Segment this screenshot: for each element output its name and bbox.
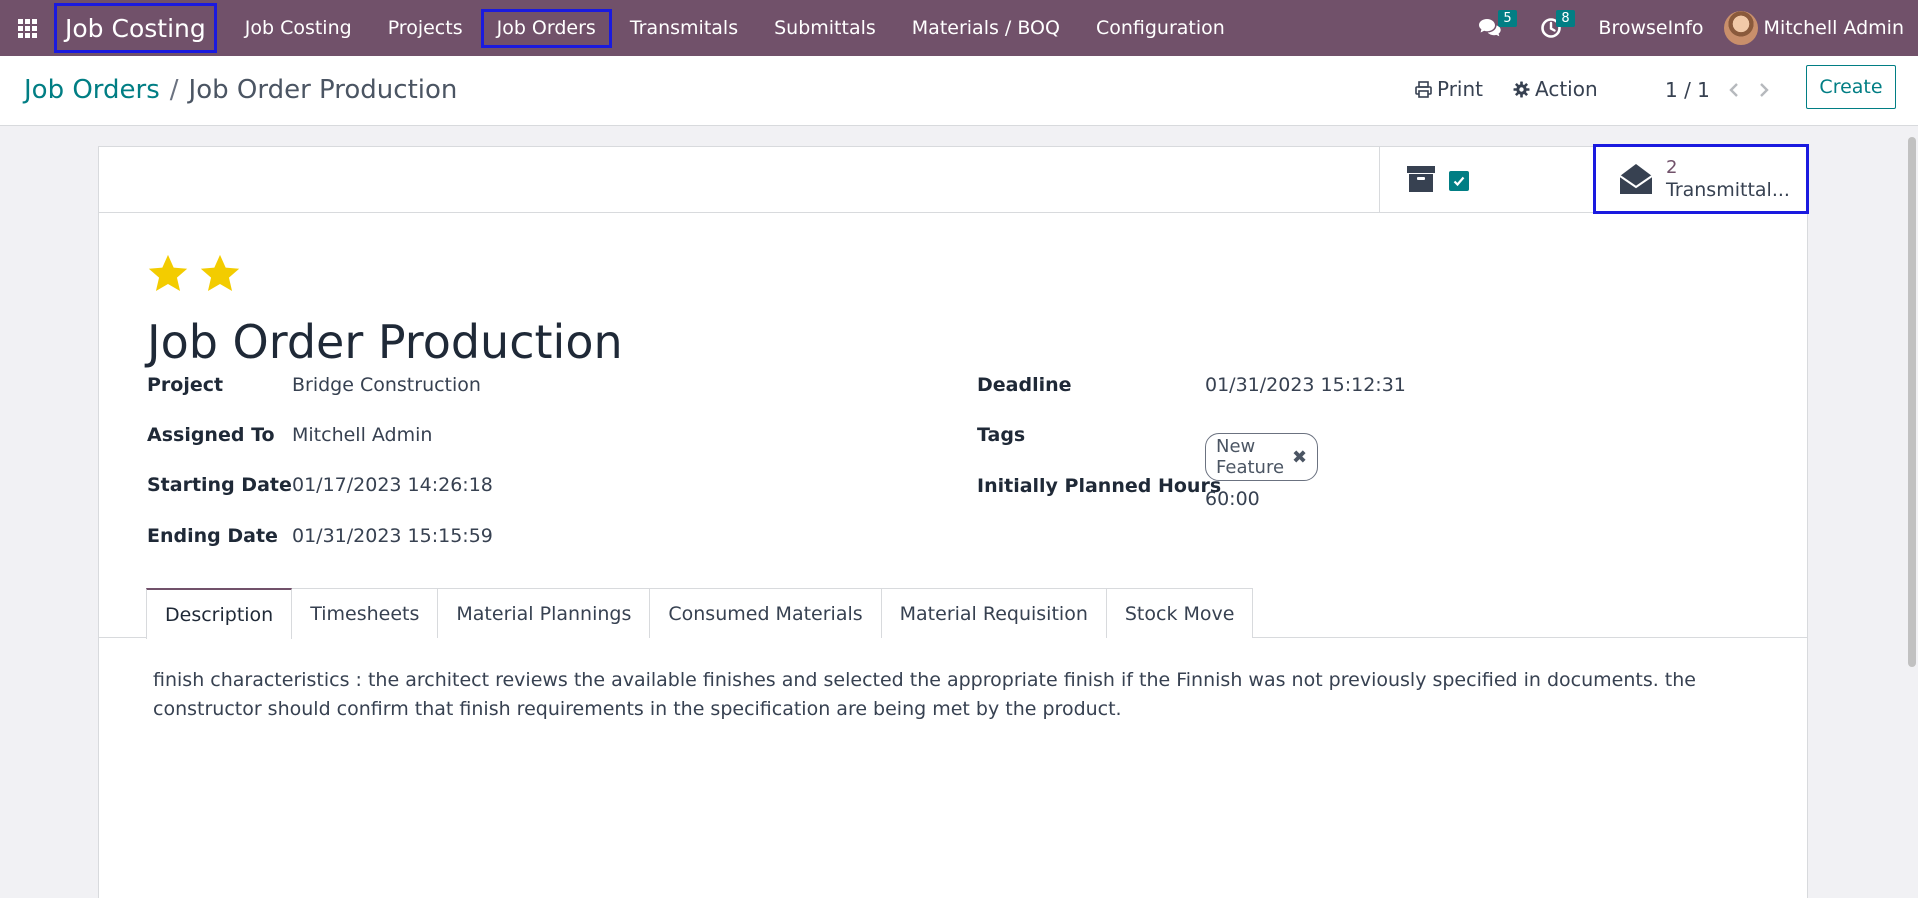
print-icon (1415, 80, 1432, 98)
avatar (1723, 11, 1758, 45)
description-text[interactable]: finish characteristics : the architect r… (153, 666, 1763, 724)
menu-materials-boq[interactable]: Materials / BOQ (894, 8, 1078, 48)
deadline-value[interactable]: 01/31/2023 15:12:31 (1205, 374, 1406, 396)
pager-previous-button[interactable] (1728, 82, 1740, 98)
action-button[interactable]: Action (1513, 77, 1598, 101)
chevron-left-icon (1729, 83, 1738, 97)
menu-job-orders[interactable]: Job Orders (480, 8, 612, 48)
print-button[interactable]: Print (1415, 77, 1483, 101)
field-label: Assigned To (147, 424, 275, 446)
project-value[interactable]: Bridge Construction (292, 374, 481, 396)
activities-button[interactable]: 8 (1522, 0, 1580, 56)
field-label: Ending Date (147, 525, 278, 547)
print-menu: Print (1415, 77, 1483, 101)
transmittals-smart-button[interactable]: 2 Transmittal... (1593, 144, 1809, 214)
record-title[interactable]: Job Order Production (147, 315, 623, 369)
action-menu: Action (1513, 77, 1598, 101)
menu-transmitals[interactable]: Transmitals (612, 8, 756, 48)
transmittals-count: 2 (1666, 157, 1678, 178)
archive-icon[interactable] (1406, 164, 1436, 198)
tab-stock-move[interactable]: Stock Move (1105, 588, 1254, 638)
priority-stars (146, 253, 250, 295)
menu-configuration[interactable]: Configuration (1078, 8, 1243, 48)
gear-icon (1513, 81, 1530, 97)
tab-material-plannings[interactable]: Material Plannings (437, 588, 651, 638)
breadcrumb-current: Job Order Production (188, 75, 458, 105)
field-label: Deadline (977, 374, 1072, 396)
menu-submittals[interactable]: Submittals (756, 8, 894, 48)
planned-hours-value[interactable]: 60:00 (1205, 488, 1260, 510)
priority-star-icon[interactable] (198, 253, 242, 295)
activities-count-badge: 8 (1556, 10, 1575, 27)
top-navbar: Job Costing Job Costing Projects Job Ord… (0, 0, 1918, 56)
page-scrollbar[interactable] (1906, 127, 1918, 898)
check-icon (1453, 176, 1465, 187)
starting-date-value[interactable]: 01/17/2023 14:26:18 (292, 474, 493, 496)
breadcrumb-job-orders[interactable]: Job Orders (24, 75, 160, 105)
pager-value[interactable]: 1 / 1 (1665, 78, 1710, 102)
transmittals-label: Transmittal... (1666, 179, 1790, 201)
breadcrumb-separator: / (169, 75, 179, 105)
tab-consumed-materials[interactable]: Consumed Materials (649, 588, 882, 638)
field-label: Initially Planned Hours (977, 475, 1222, 497)
browseinfo-link[interactable]: BrowseInfo (1580, 17, 1723, 39)
create-button[interactable]: Create (1806, 65, 1896, 109)
ending-date-value[interactable]: 01/31/2023 15:15:59 (292, 525, 493, 547)
print-label: Print (1437, 77, 1484, 101)
apps-menu-button[interactable] (0, 0, 54, 56)
scrollbar-thumb[interactable] (1908, 137, 1916, 667)
tag-badge[interactable]: New Feature ✖ (1205, 433, 1319, 481)
pager-next-button[interactable] (1758, 82, 1770, 98)
menu-job-costing[interactable]: Job Costing (227, 8, 370, 48)
messages-count-badge: 5 (1498, 10, 1517, 27)
user-name: Mitchell Admin (1763, 17, 1904, 39)
button-box-divider (1379, 147, 1380, 213)
field-label: Tags (977, 424, 1026, 446)
remove-tag-icon[interactable]: ✖ (1292, 447, 1307, 468)
apps-grid-icon (17, 18, 37, 38)
control-panel: Job Orders / Job Order Production Print (0, 56, 1918, 126)
envelope-open-icon (1619, 164, 1653, 194)
chevron-right-icon (1760, 83, 1769, 97)
pager: 1 / 1 (1665, 78, 1770, 102)
tag-label: New Feature (1216, 436, 1285, 478)
priority-star-icon[interactable] (146, 253, 190, 295)
tab-timesheets[interactable]: Timesheets (291, 588, 439, 638)
systray: 5 8 BrowseInfo Mitchell Admin (1460, 0, 1918, 56)
tab-description[interactable]: Description (146, 588, 293, 639)
tab-material-requisition[interactable]: Material Requisition (880, 588, 1107, 638)
field-label: Starting Date (147, 474, 292, 496)
button-box: 2 Transmittal... (99, 144, 1809, 214)
field-label: Project (147, 374, 224, 396)
breadcrumb: Job Orders / Job Order Production (24, 75, 457, 105)
app-brand[interactable]: Job Costing (54, 3, 217, 53)
user-menu[interactable]: Mitchell Admin (1723, 11, 1918, 45)
notebook-tabs: Description Timesheets Material Planning… (99, 588, 1807, 639)
form-sheet: 2 Transmittal... Job Order Production Pr… (98, 144, 1809, 898)
assigned-to-value[interactable]: Mitchell Admin (292, 424, 432, 446)
main-menu: Job Costing Projects Job Orders Transmit… (227, 0, 1243, 56)
active-checkbox[interactable] (1449, 171, 1469, 191)
messages-button[interactable]: 5 (1460, 0, 1522, 56)
menu-projects[interactable]: Projects (370, 8, 481, 48)
action-label: Action (1535, 77, 1598, 101)
